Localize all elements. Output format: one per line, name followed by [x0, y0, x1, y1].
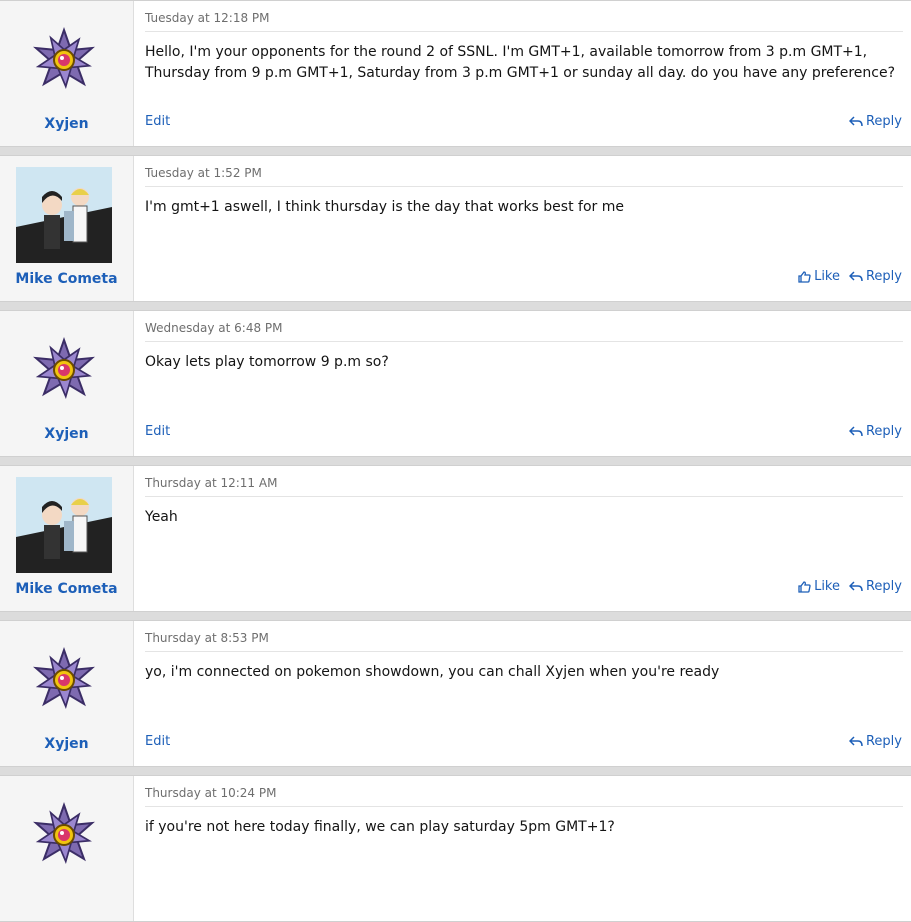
message-post: Xyjen Tuesday at 12:18 PM Hello, I'm you…: [0, 0, 911, 147]
divider: [145, 186, 903, 187]
reply-icon: [848, 425, 863, 436]
like-label: Like: [814, 269, 840, 284]
divider: [145, 31, 903, 32]
user-cell: [0, 776, 134, 921]
user-cell: Xyjen: [0, 311, 134, 456]
divider: [145, 496, 903, 497]
message-post: Thursday at 10:24 PM if you're not here …: [0, 775, 911, 922]
thumbs-up-icon: [798, 270, 811, 283]
divider: [145, 341, 903, 342]
edit-label: Edit: [145, 114, 171, 129]
edit-button[interactable]: Edit: [145, 114, 170, 129]
message-post: Xyjen Thursday at 8:53 PM yo, i'm connec…: [0, 620, 911, 767]
anime-avatar-icon: [16, 167, 112, 263]
avatar[interactable]: [16, 12, 112, 108]
username-link[interactable]: Xyjen: [0, 736, 133, 752]
edit-label: Edit: [145, 424, 171, 439]
message-text: Okay lets play tomorrow 9 p.m so?: [145, 354, 389, 370]
avatar[interactable]: [16, 322, 112, 418]
reply-button[interactable]: Reply: [848, 424, 902, 439]
reply-label: Reply: [865, 579, 902, 594]
message-post: Mike Cometa Thursday at 12:11 AM Yeah Li…: [0, 465, 911, 612]
thumbs-up-icon: [798, 580, 811, 593]
message-thread: Xyjen Tuesday at 12:18 PM Hello, I'm you…: [0, 0, 911, 922]
message-cell: Tuesday at 12:18 PM Hello, I'm your oppo…: [134, 1, 911, 146]
message-text: if you're not here today finally, we can…: [145, 819, 615, 835]
avatar[interactable]: [16, 787, 112, 883]
username-link[interactable]: Xyjen: [0, 426, 133, 442]
starmie-avatar-icon: [33, 646, 95, 710]
divider: [145, 806, 903, 807]
reply-label: Reply: [865, 734, 902, 749]
post-date[interactable]: Wednesday at 6:48 PM: [145, 321, 283, 335]
post-date[interactable]: Thursday at 10:24 PM: [145, 786, 276, 800]
user-cell: Xyjen: [0, 1, 134, 146]
message-cell: Wednesday at 6:48 PM Okay lets play tomo…: [134, 311, 911, 456]
starmie-avatar-icon: [33, 336, 95, 400]
reply-button[interactable]: Reply: [848, 269, 902, 284]
reply-label: Reply: [865, 424, 902, 439]
anime-avatar-icon: [16, 477, 112, 573]
edit-button[interactable]: Edit: [145, 424, 170, 439]
like-label: Like: [814, 579, 840, 594]
user-cell: Mike Cometa: [0, 466, 134, 611]
reply-label: Reply: [865, 269, 902, 284]
reply-icon: [848, 115, 863, 126]
message-cell: Thursday at 10:24 PM if you're not here …: [134, 776, 911, 921]
reply-button[interactable]: Reply: [848, 579, 902, 594]
like-button[interactable]: Like: [798, 579, 840, 594]
reply-label: Reply: [865, 114, 902, 129]
post-date[interactable]: Tuesday at 12:18 PM: [145, 11, 270, 25]
message-cell: Thursday at 8:53 PM yo, i'm connected on…: [134, 621, 911, 766]
reply-button[interactable]: Reply: [848, 114, 902, 129]
reply-icon: [848, 270, 863, 281]
message-cell: Thursday at 12:11 AM Yeah Like Reply: [134, 466, 911, 611]
avatar[interactable]: [16, 477, 112, 573]
edit-label: Edit: [145, 734, 171, 749]
edit-button[interactable]: Edit: [145, 734, 170, 749]
reply-icon: [848, 580, 863, 591]
avatar[interactable]: [16, 632, 112, 728]
message-text: yo, i'm connected on pokemon showdown, y…: [145, 664, 720, 680]
starmie-avatar-icon: [33, 26, 95, 90]
message-text: Hello, I'm your opponents for the round …: [145, 44, 896, 81]
post-date[interactable]: Tuesday at 1:52 PM: [145, 166, 262, 180]
message-cell: Tuesday at 1:52 PM I'm gmt+1 aswell, I t…: [134, 156, 911, 301]
message-text: I'm gmt+1 aswell, I think thursday is th…: [145, 199, 624, 215]
user-cell: Mike Cometa: [0, 156, 134, 301]
post-date[interactable]: Thursday at 12:11 AM: [145, 476, 277, 490]
message-post: Xyjen Wednesday at 6:48 PM Okay lets pla…: [0, 310, 911, 457]
avatar[interactable]: [16, 167, 112, 263]
post-date[interactable]: Thursday at 8:53 PM: [145, 631, 269, 645]
divider: [145, 651, 903, 652]
username-link[interactable]: Xyjen: [0, 116, 133, 132]
username-link[interactable]: Mike Cometa: [0, 581, 133, 597]
message-text: Yeah: [145, 509, 178, 525]
like-button[interactable]: Like: [798, 269, 840, 284]
starmie-avatar-icon: [33, 801, 95, 865]
reply-button[interactable]: Reply: [848, 734, 902, 749]
message-post: Mike Cometa Tuesday at 1:52 PM I'm gmt+1…: [0, 155, 911, 302]
reply-icon: [848, 735, 863, 746]
user-cell: Xyjen: [0, 621, 134, 766]
username-link[interactable]: Mike Cometa: [0, 271, 133, 287]
